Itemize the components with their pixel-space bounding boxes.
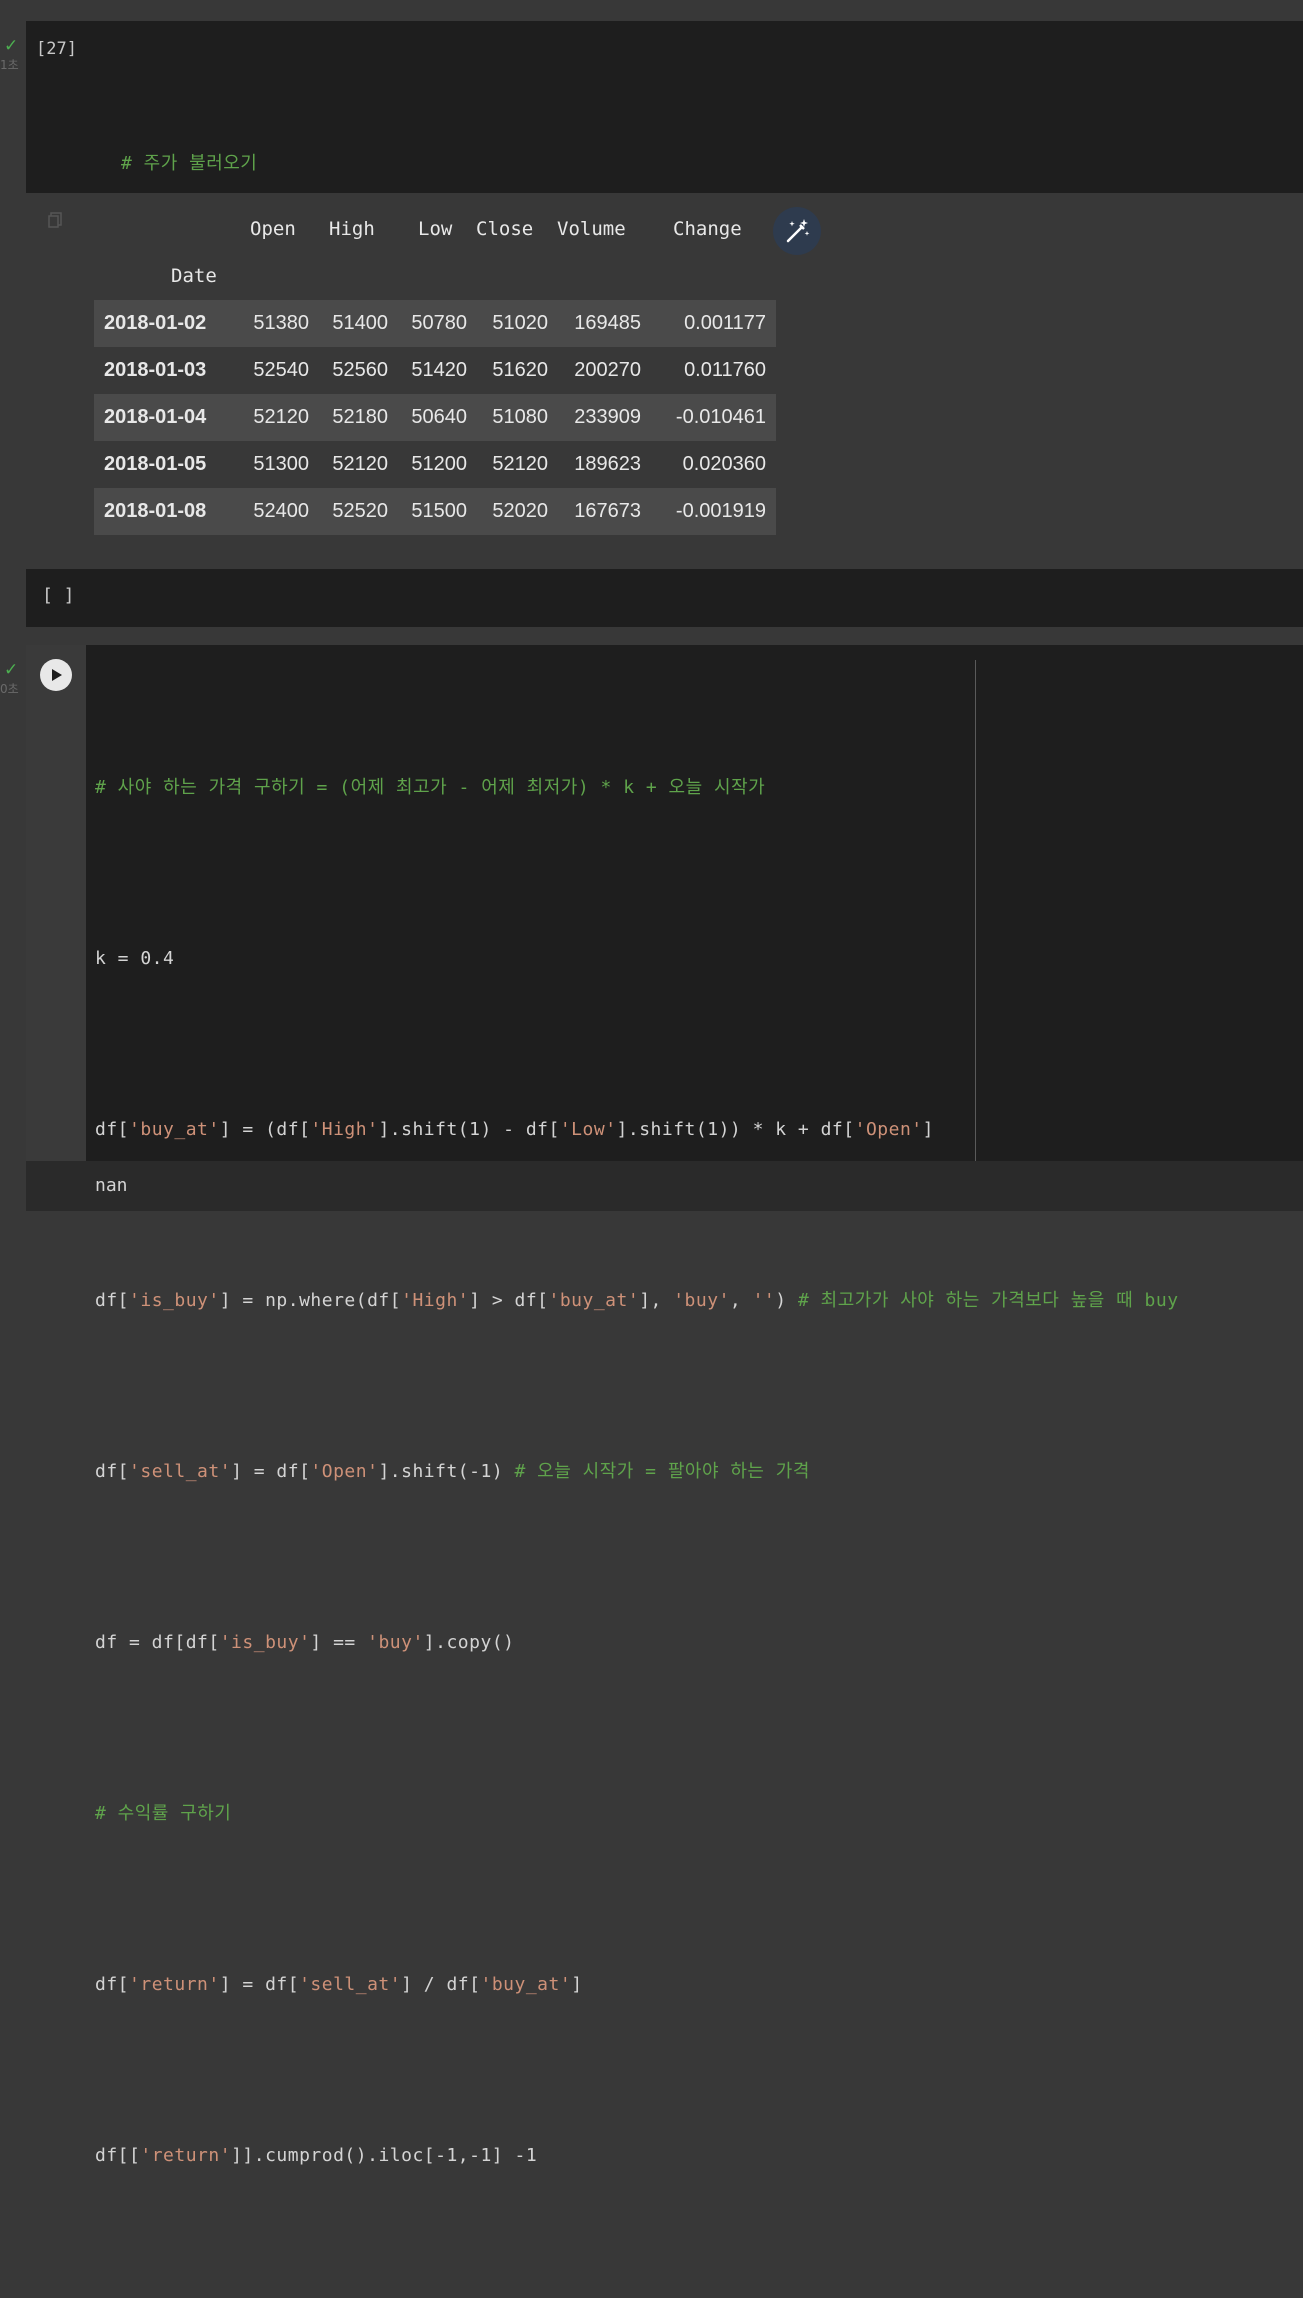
exec-count: [27] [36,39,77,59]
table-cell: -0.010461 [675,406,766,428]
column-header: Low [418,218,453,240]
code-line: # 수익률 구하기 [95,1803,232,1824]
table-cell: 52180 [332,406,388,428]
index-cell: 2018-01-04 [104,406,207,428]
index-cell: 2018-01-08 [104,500,207,522]
table-cell: 52120 [253,406,309,428]
column-header: Open [250,218,296,240]
table-cell: 51420 [411,359,467,381]
table-cell: 52520 [332,500,388,522]
check-icon: ✓ [4,36,19,56]
table-cell: 51620 [492,359,548,381]
table-cell: 0.011760 [684,359,766,381]
cell1-exec-time: 1초 [0,58,19,72]
table-cell: 233909 [574,406,641,428]
code-line: # 주가 불러오기 [121,153,258,174]
table-row: 2018-01-02 51380 51400 50780 51020 169485 0.00… [94,300,776,347]
table-row: 2018-01-05 51300 52120 51200 52120 189623 0.02… [94,441,776,488]
table-row: 2018-01-08 52400 52520 51500 52020 167673 -0.0… [94,488,776,535]
code-editor[interactable]: # 사야 하는 가격 구하기 = (어제 최고가 - 어제 최저가) * k +… [95,645,1179,2298]
column-header: Volume [557,218,626,240]
cell3-exec-time: 0초 [0,682,19,696]
table-cell: 189623 [574,453,641,475]
run-cell-button[interactable] [40,659,72,691]
table-cell: 51020 [492,312,548,334]
code-line: df[['return']].cumprod().iloc[-1,-1] -1 [95,2145,538,2166]
column-header: Change [673,218,742,240]
index-name: Date [171,265,217,287]
code-cell-2[interactable]: [ ] [26,569,1303,627]
code-line: k = 0.4 [95,948,175,969]
code-line: df['return'] = df['sell_at'] / df['buy_a… [95,1974,583,1995]
play-icon [52,669,62,681]
table-cell: 0.001177 [684,312,766,334]
table-cell: 167673 [574,500,641,522]
table-cell: 52020 [492,500,548,522]
cell-gutter [26,645,86,1161]
code-cell-3[interactable]: # 사야 하는 가격 구하기 = (어제 최고가 - 어제 최저가) * k +… [26,645,1303,2166]
code-cell-1[interactable]: [27] # 주가 불러오기 df = fdr.DataReader('0059… [26,21,1303,516]
table-row: 2018-01-04 52120 52180 50640 51080 233909 -0.0… [94,394,776,441]
code-line: df['is_buy'] = np.where(df['High'] > df[… [95,1290,1179,1311]
table-cell: -0.001919 [675,500,766,522]
code-line: df['buy_at'] = (df['High'].shift(1) - df… [95,1119,934,1140]
table-cell: 0.020360 [682,453,766,475]
table-cell: 169485 [574,312,641,334]
check-icon: ✓ [4,660,19,680]
output-text: nan [95,1175,128,1196]
table-cell: 52120 [492,453,548,475]
dataframe-table: 2018-01-02 51380 51400 50780 51020 169485 0.00… [94,300,776,535]
copy-icon[interactable] [48,212,62,228]
exec-count: [ ] [42,585,75,606]
index-cell: 2018-01-05 [104,453,207,475]
table-cell: 51080 [492,406,548,428]
table-cell: 51200 [411,453,467,475]
table-cell: 51500 [411,500,467,522]
table-cell: 52120 [332,453,388,475]
table-row: 2018-01-03 52540 52560 51420 51620 200270 0.01… [94,347,776,394]
index-cell: 2018-01-02 [104,312,207,334]
table-cell: 50780 [411,312,467,334]
table-cell: 200270 [574,359,641,381]
code-line: df = df[df['is_buy'] == 'buy'].copy() [95,1632,515,1653]
column-header: Close [476,218,534,240]
table-cell: 52400 [253,500,309,522]
table-cell: 51380 [253,312,309,334]
column-header: High [329,218,375,240]
index-cell: 2018-01-03 [104,359,207,381]
code-line: df['sell_at'] = df['Open'].shift(-1) # 오… [95,1461,810,1482]
table-cell: 52560 [332,359,388,381]
cell3-output: nan [26,1161,1303,1211]
table-cell: 52540 [253,359,309,381]
table-cell: 51400 [332,312,388,334]
magic-wand-icon [786,219,810,243]
magic-wand-button[interactable] [773,207,821,255]
table-cell: 50640 [411,406,467,428]
table-cell: 51300 [253,453,309,475]
code-line: # 사야 하는 가격 구하기 = (어제 최고가 - 어제 최저가) * k +… [95,777,766,798]
